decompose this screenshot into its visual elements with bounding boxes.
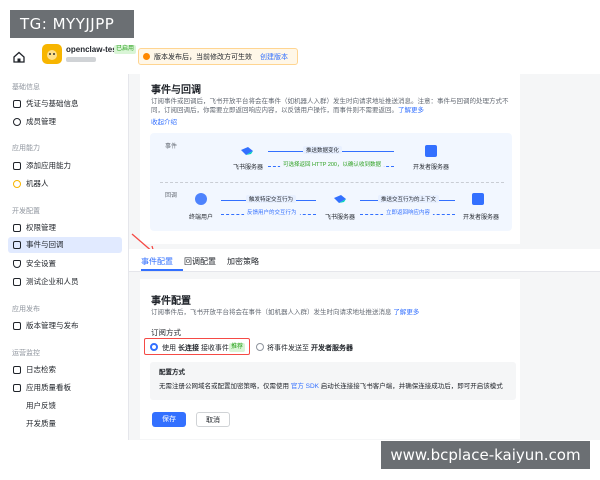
events-title: 事件与回调 [151, 85, 201, 96]
warning-icon [143, 53, 150, 60]
app-status-badge: 已启用 [114, 45, 137, 54]
diagram-trigger-action: 触发特定交互行为 [246, 195, 297, 203]
sidebar-group-basic: 基础信息 [12, 84, 40, 91]
event-config-description: 订阅事件后，飞书开放平台将会在事件（如机器人入群）发生时向请求地址推送消息 了解… [151, 309, 420, 316]
permission-icon [13, 224, 21, 232]
member-icon [13, 118, 21, 126]
create-version-link[interactable]: 创建版本 [260, 54, 288, 61]
diagram-return-200: 可选择返回 HTTP 200，以确认收到数据 [280, 160, 384, 168]
learn-more-link[interactable]: 了解更多 [398, 107, 424, 114]
diagram-end-user: 终端用户 [188, 215, 213, 221]
sidebar-item-version[interactable]: 版本管理与发布 [8, 318, 122, 334]
dashboard-icon [13, 384, 21, 392]
notice-text: 版本发布后，当前修改方可生效 [154, 54, 252, 61]
diagram-push-change: 推送数据变化 [303, 146, 343, 154]
test-icon [13, 278, 21, 286]
tab-encryption[interactable]: 加密策略 [227, 256, 259, 267]
sidebar-group-dev-config: 开发配置 [12, 208, 40, 215]
feishu-logo-icon [241, 147, 253, 155]
app-name[interactable]: openclaw-test [66, 45, 119, 54]
diagram-event-label: 事件 [165, 144, 178, 150]
sidebar-group-capability: 应用能力 [12, 145, 40, 152]
diagram-feedback-action: 反馈用户的交互行为 [244, 208, 300, 216]
app-logo [42, 44, 62, 64]
shield-icon [13, 260, 21, 268]
sidebar-item-logs[interactable]: 日志检索 [8, 362, 122, 378]
sidebar-item-credentials[interactable]: 凭证与基础信息 [8, 96, 122, 112]
sidebar-item-dev-quality[interactable]: 开发质量 [8, 416, 122, 432]
events-description: 订阅事件或回调后，飞书开放平台将会在事件（如机器人入群）发生时向请求地址推送消息… [151, 98, 509, 114]
server-icon [472, 193, 484, 205]
tab-event-config[interactable]: 事件配置 [141, 256, 173, 267]
event-config-learn-more[interactable]: 了解更多 [393, 309, 419, 316]
diagram-divider [160, 182, 504, 183]
tab-callback-config[interactable]: 回调配置 [184, 256, 216, 267]
sidebar-item-robot[interactable]: 机器人 [8, 176, 122, 192]
home-icon[interactable] [12, 50, 26, 64]
diagram-return-response: 立即返回响应内容 [383, 208, 434, 216]
save-button[interactable]: 保存 [152, 412, 186, 427]
diagram-dev-server-1: 开发者服务器 [412, 165, 449, 171]
credential-icon [13, 100, 21, 108]
radio-long-connection[interactable] [150, 343, 158, 351]
diagram-feishu-server-1: 飞书服务器 [232, 165, 263, 171]
sidebar-group-release: 应用发布 [12, 306, 40, 313]
diagram-dev-server-2: 开发者服务器 [462, 215, 499, 221]
grid-icon [13, 162, 21, 170]
robot-icon [13, 180, 21, 188]
user-icon [195, 193, 207, 205]
server-icon [425, 145, 437, 157]
sidebar-item-security[interactable]: 安全设置 [8, 256, 122, 272]
diagram-push-context: 推送交互行为的上下文 [378, 195, 440, 203]
sidebar-item-quality-dashboard[interactable]: 应用质量看板 [8, 380, 122, 396]
option-dev-server-label: 将事件发送至 开发者服务器 [267, 345, 353, 352]
version-notice: 版本发布后，当前修改方可生效 创建版本 [138, 48, 298, 65]
sidebar-item-permissions[interactable]: 权限管理 [8, 220, 122, 236]
app-frame: TG: MYYJJPP www.bcplace-kaiyun.com openc… [0, 0, 600, 480]
option-long-connection-label: 使用 长连接 接收事件 [162, 345, 229, 352]
mode-description: 无需注册公网域名或配置加密策略，仅需使用 官方 SDK 启动长连接接飞书客户端，… [159, 383, 503, 390]
watermark-top: TG: MYYJJPP [10, 10, 134, 38]
log-icon [13, 366, 21, 374]
official-sdk-link[interactable]: 官方 SDK [291, 383, 319, 390]
sidebar-item-user-feedback[interactable]: 用户反馈 [8, 398, 122, 414]
app-id-placeholder [66, 57, 96, 62]
sidebar-item-test-org[interactable]: 测试企业和人员 [8, 274, 122, 290]
diagram-callback-label: 回调 [165, 193, 178, 199]
mode-info-box [150, 362, 516, 400]
event-config-title: 事件配置 [151, 296, 191, 307]
sidebar-item-events[interactable]: 事件与回调 [8, 237, 122, 253]
radio-dev-server[interactable] [256, 343, 264, 351]
subscribe-mode-label: 订阅方式 [151, 328, 181, 337]
sidebar-item-members[interactable]: 成员管理 [8, 114, 122, 130]
feishu-logo-icon [334, 195, 346, 203]
collapse-intro-link[interactable]: 收起介绍 [151, 118, 177, 127]
event-icon [13, 241, 21, 249]
mode-title: 配置方式 [159, 369, 185, 376]
recommended-tag: 推荐 [229, 343, 246, 352]
diagram-feishu-server-2: 飞书服务器 [324, 215, 355, 221]
active-tab-indicator [141, 269, 183, 271]
version-icon [13, 322, 21, 330]
cancel-button[interactable]: 取消 [196, 412, 230, 427]
watermark-bottom: www.bcplace-kaiyun.com [381, 441, 590, 469]
sidebar-item-add-capability[interactable]: 添加应用能力 [8, 158, 122, 174]
sidebar-group-monitor: 运营监控 [12, 350, 40, 357]
